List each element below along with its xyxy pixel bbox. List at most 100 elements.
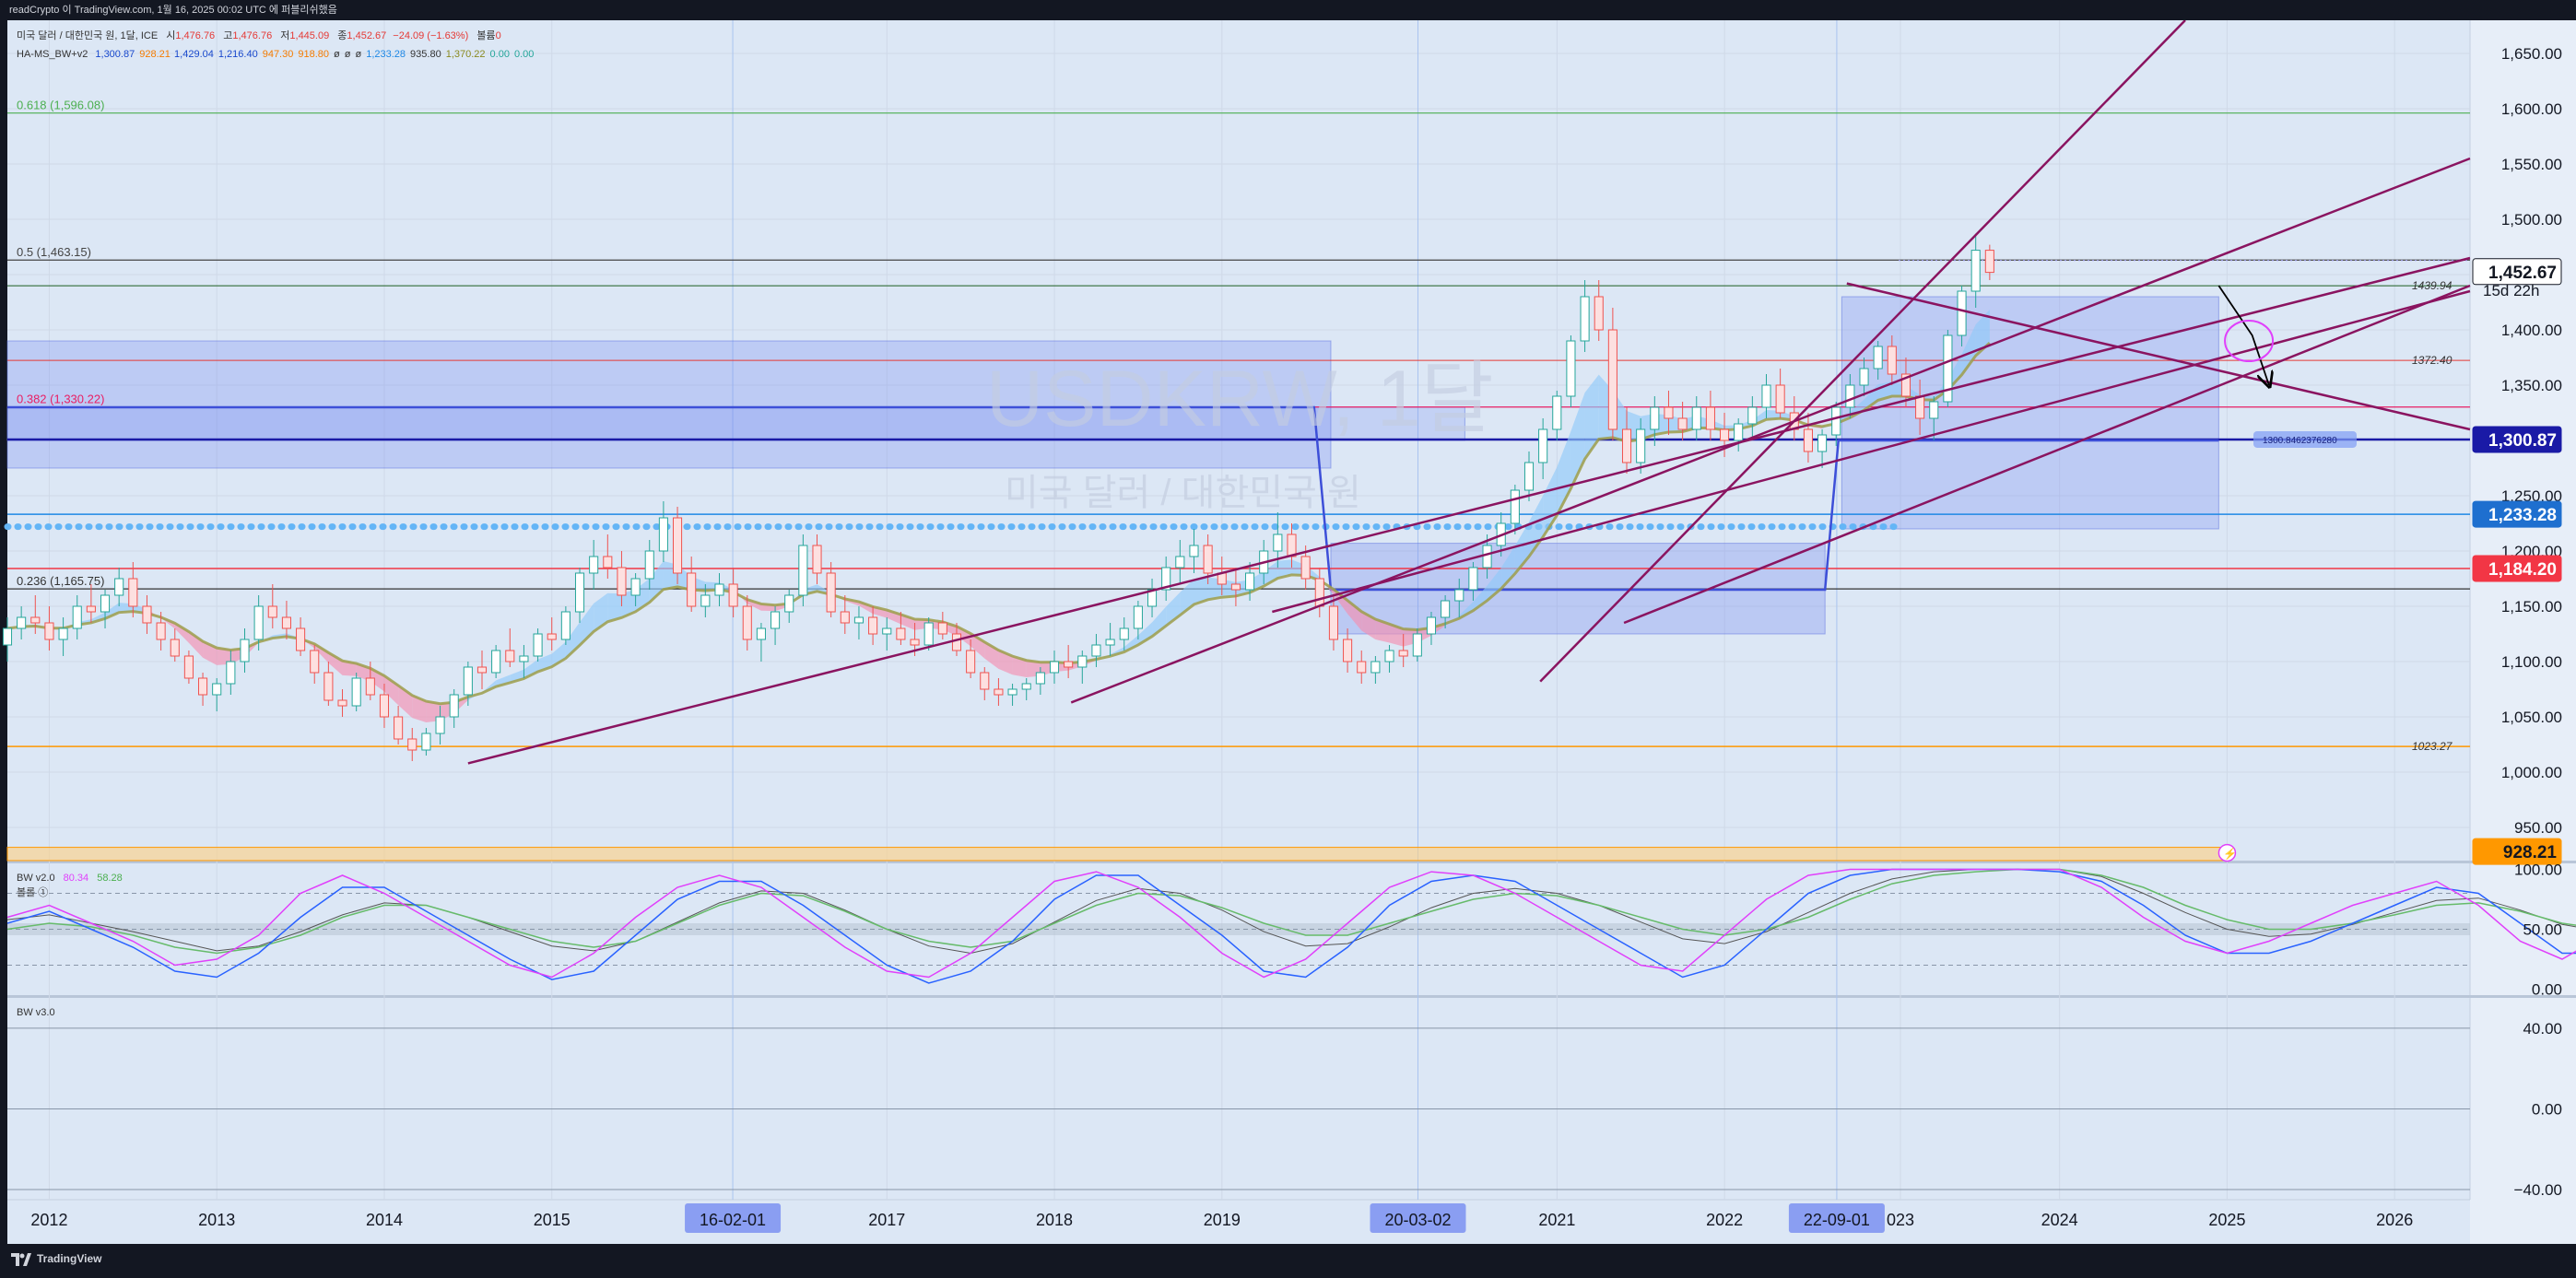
candle[interactable] <box>1580 296 1590 342</box>
candle[interactable] <box>1984 250 1994 274</box>
candle[interactable] <box>1664 406 1674 419</box>
candle[interactable] <box>1859 368 1869 386</box>
candle[interactable] <box>714 583 724 596</box>
candle[interactable] <box>156 622 166 640</box>
candle[interactable] <box>658 517 668 552</box>
candle[interactable] <box>1273 533 1283 552</box>
candle[interactable] <box>896 627 906 640</box>
candle[interactable] <box>673 517 683 574</box>
candle[interactable] <box>1705 406 1715 430</box>
candle[interactable] <box>1091 644 1101 657</box>
candle[interactable] <box>1343 639 1353 662</box>
time-highlight-label[interactable]: 22-09-01 <box>1788 1203 1885 1233</box>
candle[interactable] <box>1817 434 1828 452</box>
candle[interactable] <box>853 616 864 624</box>
candle[interactable] <box>603 556 613 569</box>
candle[interactable] <box>910 639 920 646</box>
legend-symbol-line[interactable]: 미국 달러 / 대한민국 원, 1달, ICE 시1,476.76 고1,476… <box>17 29 501 41</box>
candle[interactable] <box>1873 346 1883 369</box>
candle[interactable] <box>421 733 431 751</box>
candle[interactable] <box>826 572 836 613</box>
candle[interactable] <box>449 694 459 718</box>
candle[interactable] <box>1831 406 1841 436</box>
tradingview-logo[interactable]: TradingView <box>11 1244 101 1274</box>
candle[interactable] <box>966 650 976 674</box>
candle[interactable] <box>923 622 934 646</box>
candle[interactable] <box>1035 672 1045 685</box>
candle[interactable] <box>882 627 892 635</box>
candle[interactable] <box>812 545 822 574</box>
candle[interactable] <box>840 611 850 624</box>
candle[interactable] <box>1328 605 1338 640</box>
candle[interactable] <box>1482 545 1492 569</box>
candle[interactable] <box>1970 250 1981 292</box>
candle[interactable] <box>644 550 654 580</box>
candle[interactable] <box>560 611 570 640</box>
candle[interactable] <box>379 694 390 718</box>
candle[interactable] <box>1552 395 1562 430</box>
candle[interactable] <box>1566 340 1576 397</box>
candle[interactable] <box>114 578 124 596</box>
candle[interactable] <box>226 661 236 685</box>
candle[interactable] <box>1357 661 1367 674</box>
candle[interactable] <box>1943 334 1953 403</box>
candle[interactable] <box>17 616 27 629</box>
candle[interactable] <box>547 633 557 640</box>
candle[interactable] <box>407 738 418 751</box>
candle[interactable] <box>770 611 781 629</box>
candle[interactable] <box>100 594 111 613</box>
candle[interactable] <box>1845 384 1855 408</box>
candle[interactable] <box>1454 589 1464 602</box>
candle[interactable] <box>1621 428 1632 463</box>
candle[interactable] <box>505 650 515 662</box>
candle[interactable] <box>1747 406 1758 425</box>
price-badge[interactable]: 1,300.87 <box>2472 426 2562 453</box>
candle[interactable] <box>951 633 962 651</box>
candle[interactable] <box>1915 395 1925 419</box>
candle[interactable] <box>198 677 208 696</box>
candle[interactable] <box>798 545 808 596</box>
candle[interactable] <box>589 556 599 574</box>
candle[interactable] <box>267 605 277 618</box>
candle[interactable] <box>1175 556 1185 569</box>
candle[interactable] <box>687 572 697 607</box>
candle[interactable] <box>310 650 320 674</box>
candle[interactable] <box>1064 661 1074 668</box>
candle[interactable] <box>463 666 473 696</box>
candle[interactable] <box>1887 346 1897 375</box>
candle[interactable] <box>1133 605 1143 629</box>
candle[interactable] <box>253 605 264 640</box>
candle[interactable] <box>170 639 180 657</box>
price-badge[interactable]: 1,233.28 <box>2472 500 2562 528</box>
candle[interactable] <box>1021 683 1031 690</box>
candle[interactable] <box>1398 650 1408 657</box>
candle[interactable] <box>756 627 766 640</box>
pane-separator-2[interactable] <box>7 995 2576 998</box>
candle[interactable] <box>435 716 445 734</box>
candle[interactable] <box>1761 384 1771 408</box>
price-tag[interactable]: 1300.8462376280 <box>2253 430 2357 448</box>
candle[interactable] <box>1929 401 1939 419</box>
candle[interactable] <box>1077 655 1088 668</box>
candle[interactable] <box>1523 462 1535 491</box>
candle[interactable] <box>700 594 711 607</box>
candle[interactable] <box>868 616 878 635</box>
candle[interactable] <box>533 633 543 657</box>
candle[interactable] <box>1720 428 1730 441</box>
candle[interactable] <box>1510 489 1520 524</box>
candle[interactable] <box>351 677 361 707</box>
candle[interactable] <box>1287 533 1297 557</box>
candle[interactable] <box>128 578 138 607</box>
candle[interactable] <box>519 655 529 662</box>
candle[interactable] <box>1230 583 1241 591</box>
candle[interactable] <box>937 622 947 635</box>
candle[interactable] <box>337 699 347 707</box>
time-highlight-label[interactable]: 16-02-01 <box>685 1203 782 1233</box>
candle[interactable] <box>2 627 13 646</box>
candle[interactable] <box>1426 616 1437 635</box>
candle[interactable] <box>1538 428 1548 463</box>
candle[interactable] <box>183 655 194 679</box>
candle[interactable] <box>1441 600 1451 618</box>
candle[interactable] <box>1105 639 1115 646</box>
chart-canvas[interactable]: USDKRW, 1달 미국 달러 / 대한민국 원 ⚡ 1300.84623762… <box>0 0 2576 1244</box>
